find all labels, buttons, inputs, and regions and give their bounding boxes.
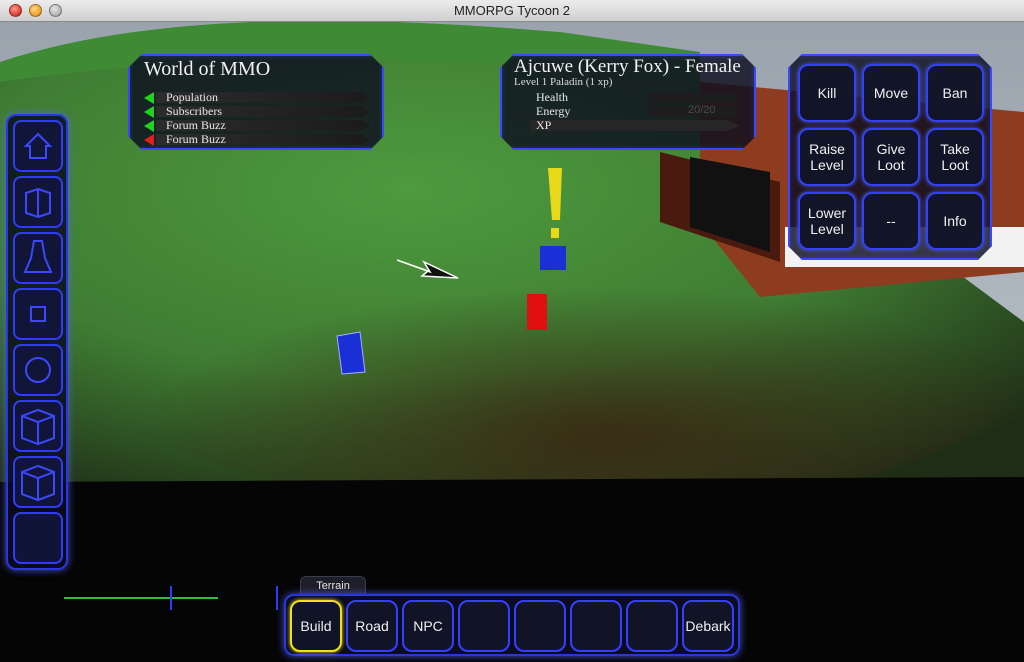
raise-level-button[interactable]: Raise Level <box>798 128 856 186</box>
move-button[interactable]: Move <box>862 64 920 122</box>
tab-terrain[interactable]: Terrain <box>300 576 366 594</box>
empty-slot-button[interactable] <box>570 600 622 652</box>
kill-button[interactable]: Kill <box>798 64 856 122</box>
stat-label: Subscribers <box>166 104 222 118</box>
circle-tool-button[interactable] <box>13 344 63 396</box>
character-name: Ajcuwe (Kerry Fox) - Female <box>514 56 741 77</box>
health-stat: Health <box>536 91 740 104</box>
stat-label: Forum Buzz <box>166 132 226 146</box>
xp-stat: XP <box>536 119 740 132</box>
trend-up-icon <box>144 92 154 104</box>
box-icon <box>21 464 55 502</box>
book-icon <box>25 187 51 219</box>
stat-row-population: Population <box>144 91 370 104</box>
window-titlebar: MMORPG Tycoon 2 <box>0 0 1024 22</box>
give-loot-button[interactable]: Give Loot <box>862 128 920 186</box>
close-window-button[interactable] <box>9 4 22 17</box>
trend-up-icon <box>144 106 154 118</box>
left-toolbar <box>6 114 68 570</box>
timeline-marker[interactable] <box>170 586 172 610</box>
bottom-action-bar: Build Road NPC Debark <box>284 594 740 656</box>
timeline-track[interactable] <box>64 597 218 599</box>
npc-button[interactable]: NPC <box>402 600 454 652</box>
trend-down-icon <box>144 134 154 146</box>
circle-icon <box>25 357 51 383</box>
debark-button[interactable]: Debark <box>682 600 734 652</box>
stat-label: Forum Buzz <box>166 118 226 132</box>
stat-label: Energy <box>536 104 571 118</box>
info-button[interactable]: Info <box>926 192 984 250</box>
square-icon <box>30 306 46 322</box>
square-tool-button[interactable] <box>13 288 63 340</box>
character-subtitle: Level 1 Paladin (1 xp) <box>514 76 613 88</box>
ban-button[interactable]: Ban <box>926 64 984 122</box>
empty-slot-button[interactable] <box>514 600 566 652</box>
house-tool-button[interactable] <box>13 120 63 172</box>
road-button[interactable]: Road <box>346 600 398 652</box>
world-status-panel: World of MMO Population Subscribers Foru… <box>128 54 384 150</box>
stat-label: Population <box>166 90 219 104</box>
stat-row-forum-buzz: Forum Buzz <box>144 119 370 132</box>
trend-up-icon <box>144 120 154 132</box>
box-icon <box>21 408 55 446</box>
build-button[interactable]: Build <box>290 600 342 652</box>
stat-label: Health <box>536 90 568 104</box>
character-panel: Ajcuwe (Kerry Fox) - Female Level 1 Pala… <box>500 54 756 150</box>
empty-action-button[interactable]: -- <box>862 192 920 250</box>
box-tool-button-2[interactable] <box>13 456 63 508</box>
world-title: World of MMO <box>144 58 271 80</box>
stat-label: XP <box>536 118 552 132</box>
book-tool-button[interactable] <box>13 176 63 228</box>
energy-value: 20/20 <box>688 104 716 116</box>
empty-tool-button[interactable] <box>13 512 63 564</box>
take-loot-button[interactable]: Take Loot <box>926 128 984 186</box>
empty-slot-button[interactable] <box>626 600 678 652</box>
stat-row-subscribers: Subscribers <box>144 105 370 118</box>
bell-tool-button[interactable] <box>13 232 63 284</box>
box-tool-button[interactable] <box>13 400 63 452</box>
admin-actions-panel: Kill Move Ban Raise Level Give Loot Take… <box>788 54 992 260</box>
window-title: MMORPG Tycoon 2 <box>453 3 571 18</box>
house-icon <box>23 132 53 159</box>
empty-slot-button[interactable] <box>458 600 510 652</box>
lower-level-button[interactable]: Lower Level <box>798 192 856 250</box>
stat-row-forum-buzz: Forum Buzz <box>144 133 370 146</box>
zoom-window-button[interactable] <box>49 4 62 17</box>
minimize-window-button[interactable] <box>29 4 42 17</box>
bar-divider <box>276 586 278 610</box>
bell-icon <box>23 240 53 273</box>
energy-stat: Energy 20/20 <box>536 105 740 118</box>
